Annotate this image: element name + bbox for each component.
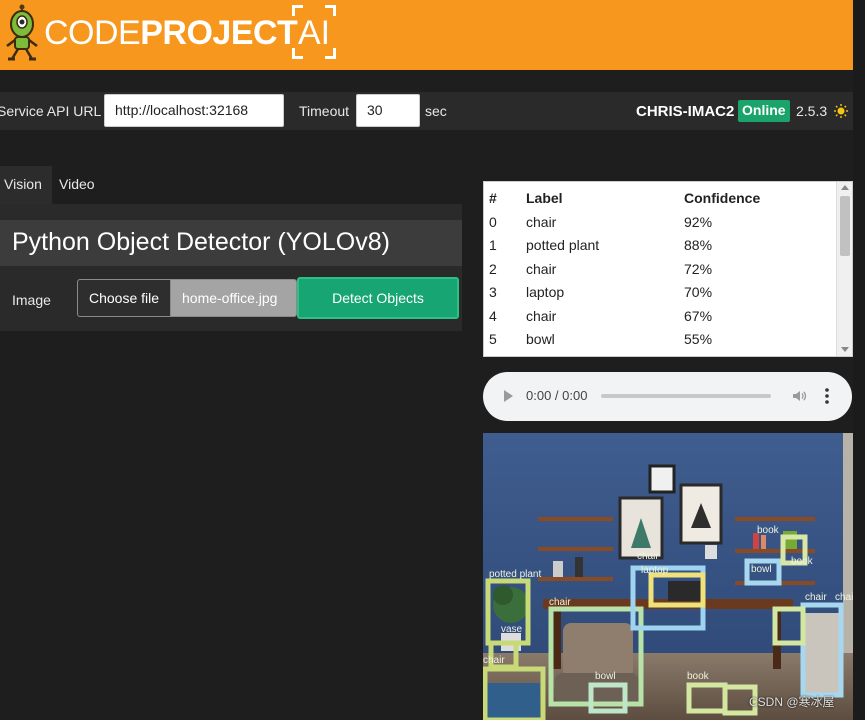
detection-label: chair — [549, 597, 571, 608]
window-edge — [853, 0, 865, 720]
more-options-icon[interactable] — [825, 387, 829, 405]
api-url-input[interactable]: http://localhost:32168 — [104, 94, 284, 127]
scroll-down-icon[interactable] — [841, 347, 849, 352]
row-label: potted plant — [526, 237, 600, 254]
table-row: 4 chair 67% — [484, 304, 834, 328]
detection-label: laptop — [641, 565, 669, 576]
row-index: 3 — [489, 284, 497, 301]
row-label: chair — [526, 307, 557, 324]
image-label: Image — [12, 292, 51, 308]
row-label: chair — [526, 260, 557, 277]
detection-result-image: potted plant chair chair laptop vase cha… — [483, 433, 853, 720]
table-row: 0 chair 92% — [484, 210, 834, 234]
timeout-input[interactable]: 30 — [356, 94, 420, 127]
audio-player: 0:00 / 0:00 — [483, 372, 852, 421]
tab-video[interactable]: Video — [55, 166, 103, 204]
file-name: home-office.jpg — [182, 290, 278, 306]
row-index: 0 — [489, 213, 497, 230]
detection-label: book — [757, 525, 780, 536]
timeout-label: Timeout — [299, 103, 350, 119]
row-label: laptop — [526, 284, 565, 301]
detection-label: vase — [501, 624, 523, 635]
row-index: 4 — [489, 307, 497, 324]
detection-label: chair — [835, 592, 853, 603]
row-index: 1 — [489, 237, 497, 254]
audio-time: 0:00 / 0:00 — [526, 388, 588, 403]
detection-label: bowl — [595, 671, 616, 682]
module-panel: Python Object Detector (YOLOv8) Image Ch… — [0, 204, 462, 331]
row-label: bowl — [526, 331, 555, 348]
detection-label: chair — [805, 592, 827, 603]
detection-label: bowl — [751, 564, 772, 575]
row-confidence: 72% — [684, 260, 713, 277]
detection-label: chair — [483, 655, 505, 666]
api-url-label: Service API URL — [0, 103, 102, 119]
table-header-row: # Label Confidence — [484, 182, 834, 210]
detect-objects-button[interactable]: Detect Objects — [297, 277, 459, 319]
brand-ai-mark: AI — [292, 5, 336, 59]
detection-label: chair — [637, 551, 659, 562]
brand-project: PROJECT — [140, 14, 298, 52]
table-row: 3 laptop 70% — [484, 281, 834, 305]
file-input[interactable]: Choose file home-office.jpg — [77, 279, 297, 317]
play-icon[interactable] — [504, 390, 513, 402]
row-confidence: 92% — [684, 213, 713, 230]
row-label: chair — [526, 213, 557, 230]
brand-ai: AI — [298, 14, 331, 52]
robot-logo-icon — [6, 4, 38, 61]
table-row: 5 bowl 55% — [484, 328, 834, 352]
volume-icon[interactable] — [791, 388, 807, 404]
scroll-up-icon[interactable] — [841, 185, 849, 190]
row-confidence: 67% — [684, 307, 713, 324]
row-confidence: 88% — [684, 237, 713, 254]
detection-label: book — [687, 671, 710, 682]
column-header-confidence: Confidence — [684, 190, 761, 206]
timeout-unit: sec — [425, 103, 447, 119]
brand-wordmark: CODEPROJECT — [44, 13, 298, 53]
column-header-index: # — [489, 190, 497, 206]
table-row: 1 potted plant 88% — [484, 234, 834, 258]
office-scene: potted plant chair chair laptop vase cha… — [483, 433, 853, 720]
audio-progress-bar[interactable] — [601, 394, 771, 398]
detection-label: book — [791, 556, 814, 567]
results-table: # Label Confidence 0 chair 92% 1 potted … — [483, 181, 853, 357]
brand-code: CODE — [44, 14, 141, 52]
tab-vision[interactable]: Vision — [0, 166, 52, 204]
host-name: CHRIS-IMAC2 — [636, 103, 735, 120]
results-scrollbar[interactable] — [836, 182, 852, 356]
table-row: 2 chair 72% — [484, 257, 834, 281]
row-confidence: 70% — [684, 284, 713, 301]
row-index: 5 — [489, 331, 497, 348]
app-header: CODEPROJECT AI — [0, 0, 853, 70]
detection-label: potted plant — [489, 569, 541, 580]
watermark: CSDN @寒冰屋 — [749, 695, 835, 709]
row-index: 2 — [489, 260, 497, 277]
module-title: Python Object Detector (YOLOv8) — [0, 220, 462, 266]
service-bar: Service API URL http://localhost:32168 T… — [0, 92, 853, 130]
sun-icon[interactable] — [834, 104, 848, 118]
choose-file-button[interactable]: Choose file — [78, 280, 171, 316]
column-header-label: Label — [526, 190, 563, 206]
row-confidence: 55% — [684, 331, 713, 348]
status-badge: Online — [738, 100, 790, 122]
version-label: 2.5.3 — [796, 103, 828, 119]
scroll-thumb[interactable] — [840, 196, 850, 256]
